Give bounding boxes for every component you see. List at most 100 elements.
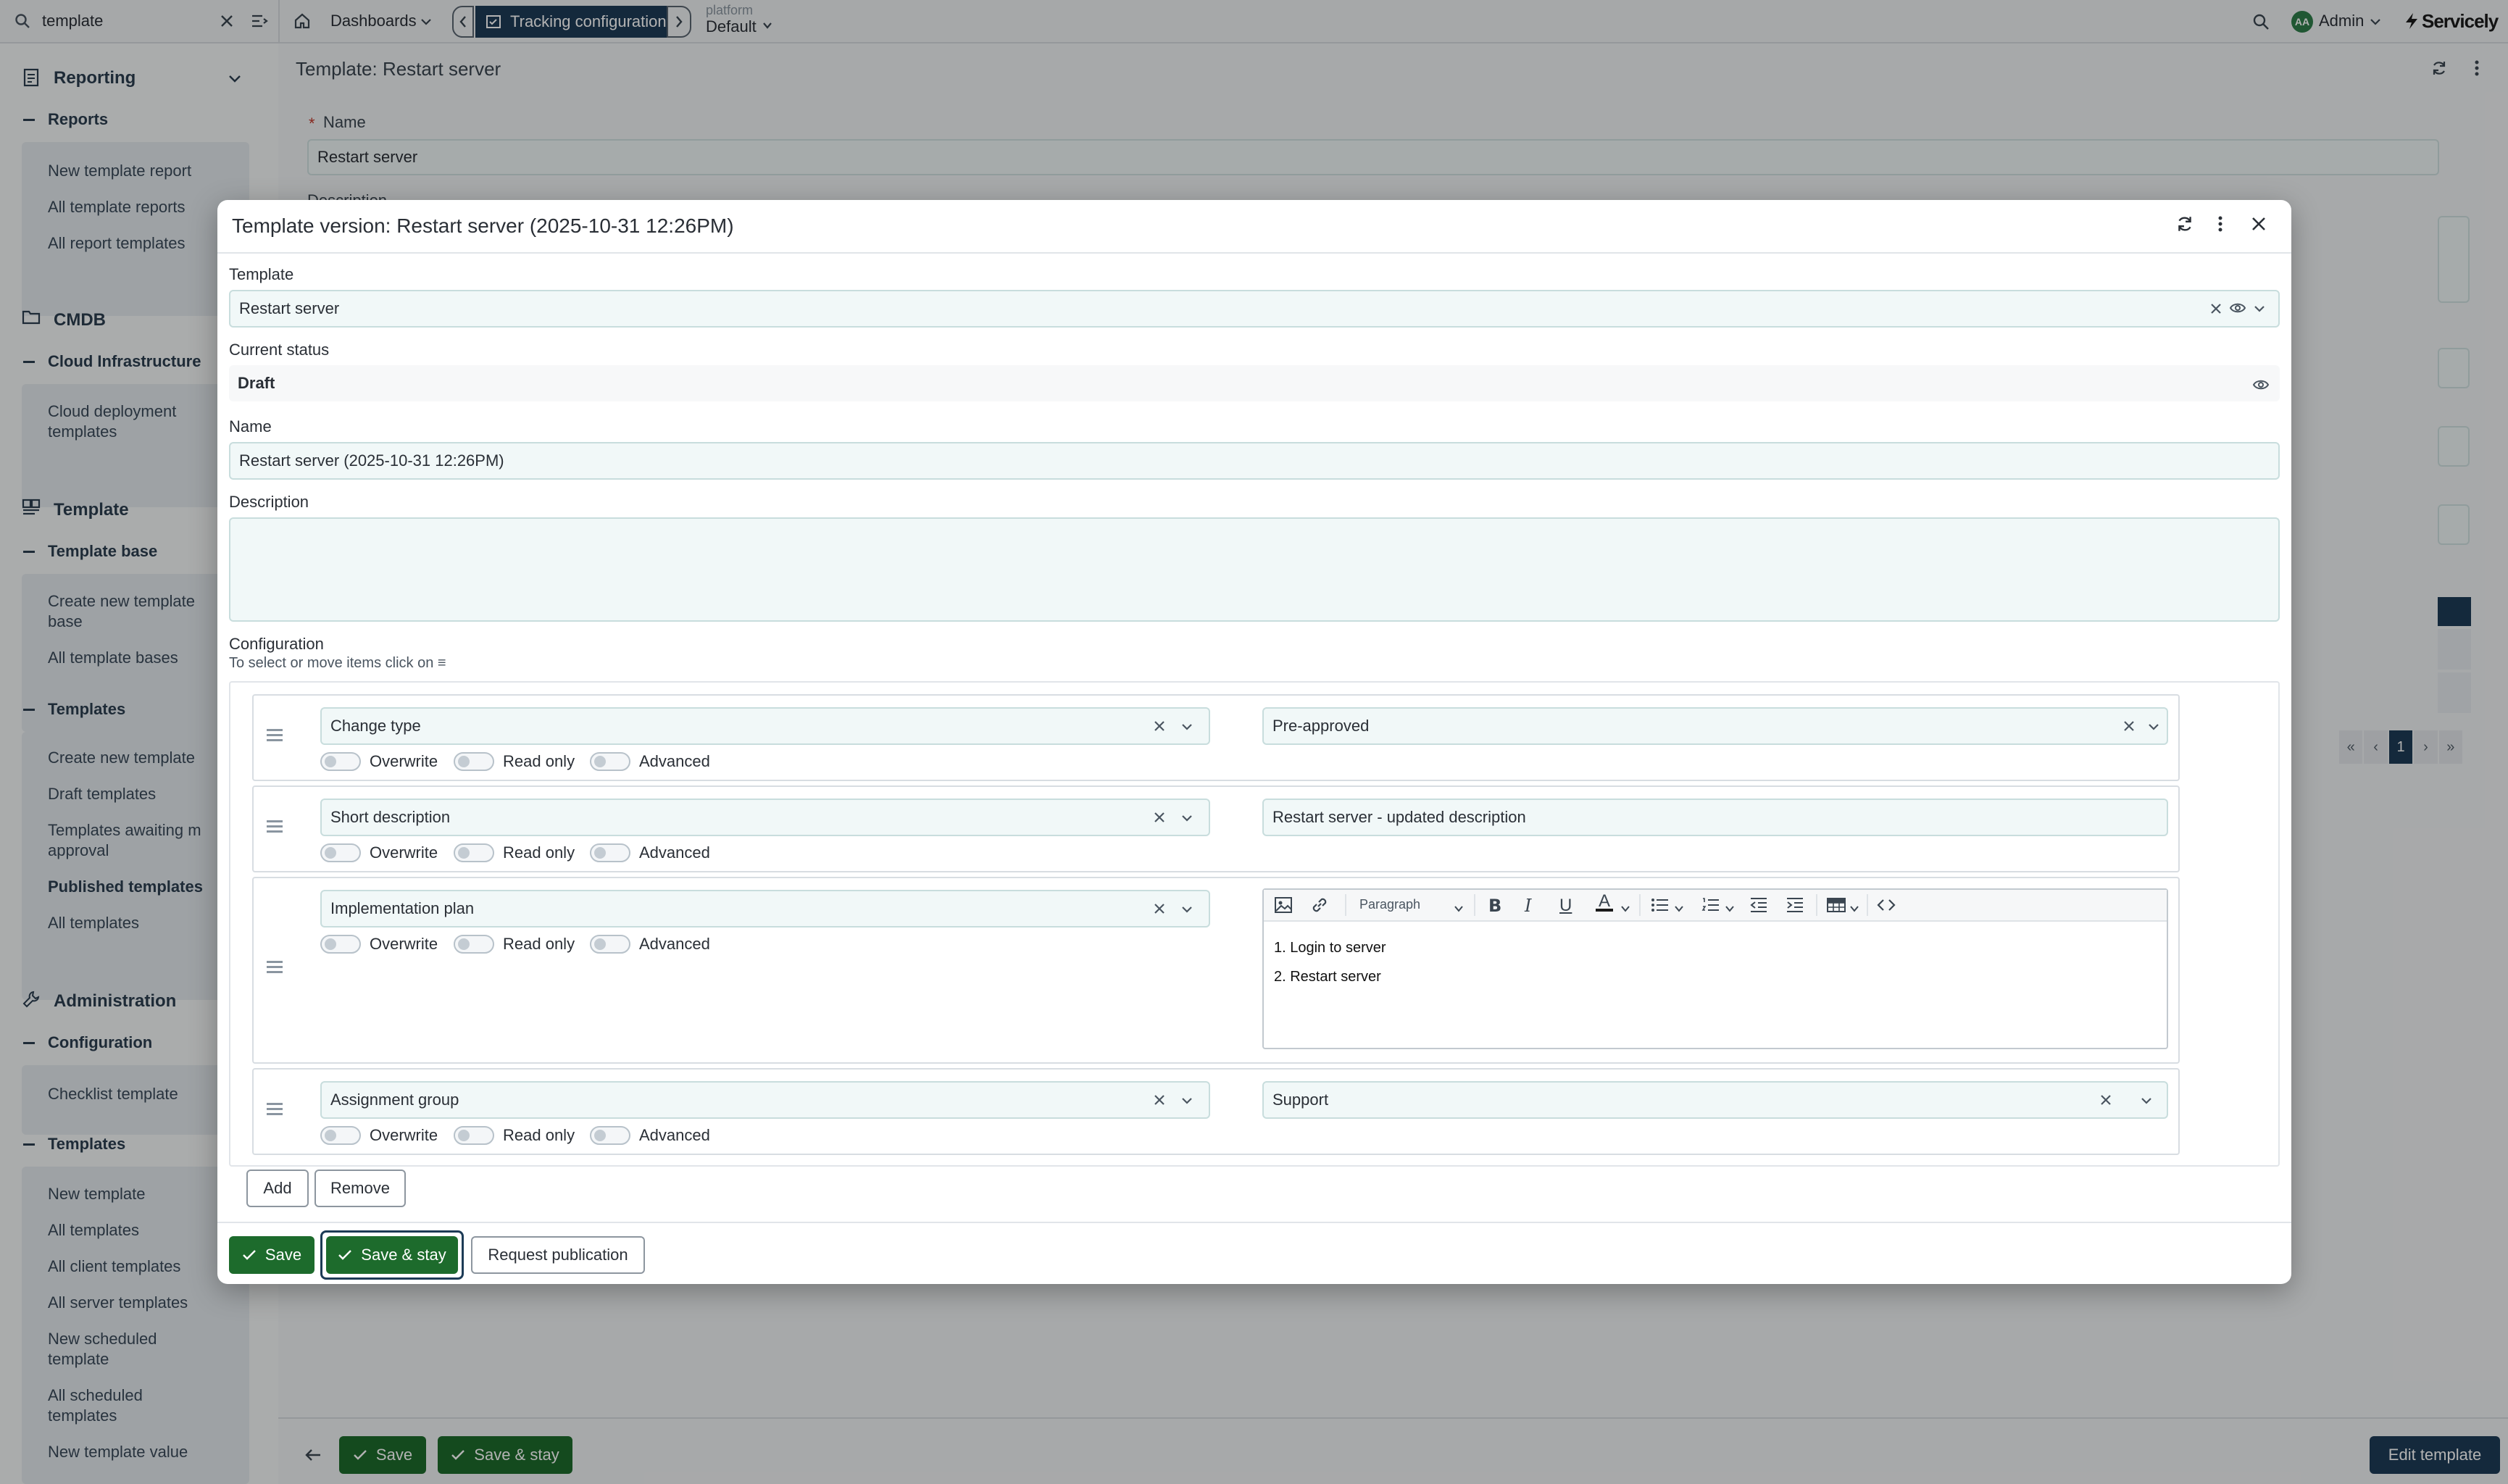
read-only-toggle[interactable]: Read only xyxy=(454,935,575,954)
value-select-value: Support xyxy=(1272,1091,1329,1109)
drag-handle-icon[interactable] xyxy=(267,961,283,976)
modal-header-divider xyxy=(217,252,2291,254)
link-icon[interactable] xyxy=(1310,896,1329,914)
drag-handle-icon[interactable] xyxy=(267,1103,283,1118)
advanced-toggle[interactable]: Advanced xyxy=(590,843,710,862)
toggle-switch[interactable] xyxy=(590,843,630,862)
field-select[interactable]: Short description xyxy=(320,799,1210,836)
chevron-down-icon[interactable] xyxy=(1181,1096,1193,1109)
status-label: Current status xyxy=(229,341,330,359)
rich-text-editor: Paragraph B I U A 1. Login to server 2. … xyxy=(1262,888,2168,1049)
drag-handle-icon[interactable] xyxy=(267,729,283,744)
value-input[interactable]: Restart server - updated description xyxy=(1262,799,2168,836)
overwrite-toggle[interactable]: Overwrite xyxy=(320,752,438,771)
chevron-down-icon[interactable] xyxy=(1181,904,1193,917)
image-icon[interactable] xyxy=(1274,896,1293,914)
read-only-toggle[interactable]: Read only xyxy=(454,752,575,771)
toggle-switch[interactable] xyxy=(454,843,494,862)
eye-icon[interactable] xyxy=(2229,301,2246,314)
toolbar-divider xyxy=(1816,894,1817,916)
advanced-toggle[interactable]: Advanced xyxy=(590,1126,710,1145)
toggle-label: Overwrite xyxy=(370,1126,438,1144)
chevron-down-icon[interactable] xyxy=(2148,722,2159,735)
read-only-toggle[interactable]: Read only xyxy=(454,1126,575,1145)
clear-icon[interactable] xyxy=(2100,1094,2112,1109)
modal-title: Template version: Restart server (2025-1… xyxy=(232,214,734,237)
drag-handle-icon[interactable] xyxy=(267,820,283,835)
toolbar-divider xyxy=(1474,894,1475,916)
numbered-list-icon[interactable] xyxy=(1701,897,1720,913)
toggle-label: Advanced xyxy=(639,1126,710,1144)
bold-icon[interactable]: B xyxy=(1488,896,1501,916)
toggle-switch[interactable] xyxy=(320,1126,361,1145)
paragraph-style-select[interactable]: Paragraph xyxy=(1359,897,1420,912)
toggle-switch[interactable] xyxy=(454,935,494,954)
text-color-icon[interactable]: A xyxy=(1596,893,1613,912)
value-select[interactable]: Pre-approved xyxy=(1262,707,2168,745)
indent-icon[interactable] xyxy=(1786,897,1804,913)
configuration-label: Configuration xyxy=(229,635,324,653)
overwrite-toggle[interactable]: Overwrite xyxy=(320,843,438,862)
more-icon[interactable] xyxy=(2217,215,2223,233)
outdent-icon[interactable] xyxy=(1749,897,1768,913)
clear-icon[interactable] xyxy=(2210,303,2222,314)
toggle-switch[interactable] xyxy=(320,843,361,862)
editor-line: 2. Restart server xyxy=(1274,969,1381,985)
field-select[interactable]: Change type xyxy=(320,707,1210,745)
toggle-label: Read only xyxy=(503,843,575,862)
toggle-switch[interactable] xyxy=(320,752,361,771)
editor-content[interactable]: 1. Login to server 2. Restart server xyxy=(1274,933,1386,991)
code-icon[interactable] xyxy=(1877,897,1896,913)
toggle-switch[interactable] xyxy=(454,752,494,771)
clear-icon[interactable] xyxy=(1154,903,1165,918)
chevron-down-icon[interactable] xyxy=(1181,722,1193,735)
eye-icon[interactable] xyxy=(2252,378,2270,391)
config-row: Short description Overwrite Read only Ad… xyxy=(252,785,2180,872)
close-icon[interactable] xyxy=(2251,216,2267,232)
template-label: Template xyxy=(229,265,294,283)
name-input[interactable]: Restart server (2025-10-31 12:26PM) xyxy=(229,442,2280,480)
italic-icon[interactable]: I xyxy=(1525,896,1531,916)
table-icon[interactable] xyxy=(1826,897,1846,913)
remove-button[interactable]: Remove xyxy=(314,1170,406,1207)
toggle-label: Overwrite xyxy=(370,752,438,770)
toggle-label: Advanced xyxy=(639,935,710,953)
clear-icon[interactable] xyxy=(1154,1094,1165,1109)
config-row: Change type Overwrite Read only Advanced… xyxy=(252,694,2180,781)
value-select[interactable]: Support xyxy=(1262,1081,2168,1119)
template-value: Restart server xyxy=(239,299,340,317)
advanced-toggle[interactable]: Advanced xyxy=(590,935,710,954)
chevron-down-icon[interactable] xyxy=(1181,813,1193,826)
bullet-list-icon[interactable] xyxy=(1651,897,1670,913)
toggle-label: Read only xyxy=(503,752,575,770)
save-stay-label: Save & stay xyxy=(361,1246,446,1264)
overwrite-toggle[interactable]: Overwrite xyxy=(320,1126,438,1145)
toolbar-divider xyxy=(1639,894,1641,916)
advanced-toggle[interactable]: Advanced xyxy=(590,752,710,771)
chevron-down-icon[interactable] xyxy=(2254,304,2265,313)
toggle-switch[interactable] xyxy=(320,935,361,954)
field-select-value: Short description xyxy=(330,808,451,826)
description-textarea[interactable] xyxy=(229,517,2280,622)
field-select[interactable]: Assignment group xyxy=(320,1081,1210,1119)
overwrite-toggle[interactable]: Overwrite xyxy=(320,935,438,954)
clear-icon[interactable] xyxy=(1154,812,1165,827)
value-input-value: Restart server - updated description xyxy=(1272,808,1526,826)
toggle-switch[interactable] xyxy=(590,752,630,771)
add-button[interactable]: Add xyxy=(246,1170,309,1207)
clear-icon[interactable] xyxy=(2123,720,2135,735)
clear-icon[interactable] xyxy=(1154,720,1165,735)
toggle-switch[interactable] xyxy=(454,1126,494,1145)
save-button[interactable]: Save xyxy=(229,1236,314,1274)
chevron-down-icon[interactable] xyxy=(2141,1096,2152,1109)
read-only-toggle[interactable]: Read only xyxy=(454,843,575,862)
template-select[interactable]: Restart server xyxy=(229,290,2280,328)
save-stay-button[interactable]: Save & stay xyxy=(326,1236,458,1274)
field-select[interactable]: Implementation plan xyxy=(320,890,1210,928)
refresh-icon[interactable] xyxy=(2175,214,2194,233)
request-publication-button[interactable]: Request publication xyxy=(471,1236,645,1274)
name-label: Name xyxy=(229,417,272,435)
toggle-switch[interactable] xyxy=(590,1126,630,1145)
underline-icon[interactable]: U xyxy=(1559,896,1572,916)
toggle-switch[interactable] xyxy=(590,935,630,954)
